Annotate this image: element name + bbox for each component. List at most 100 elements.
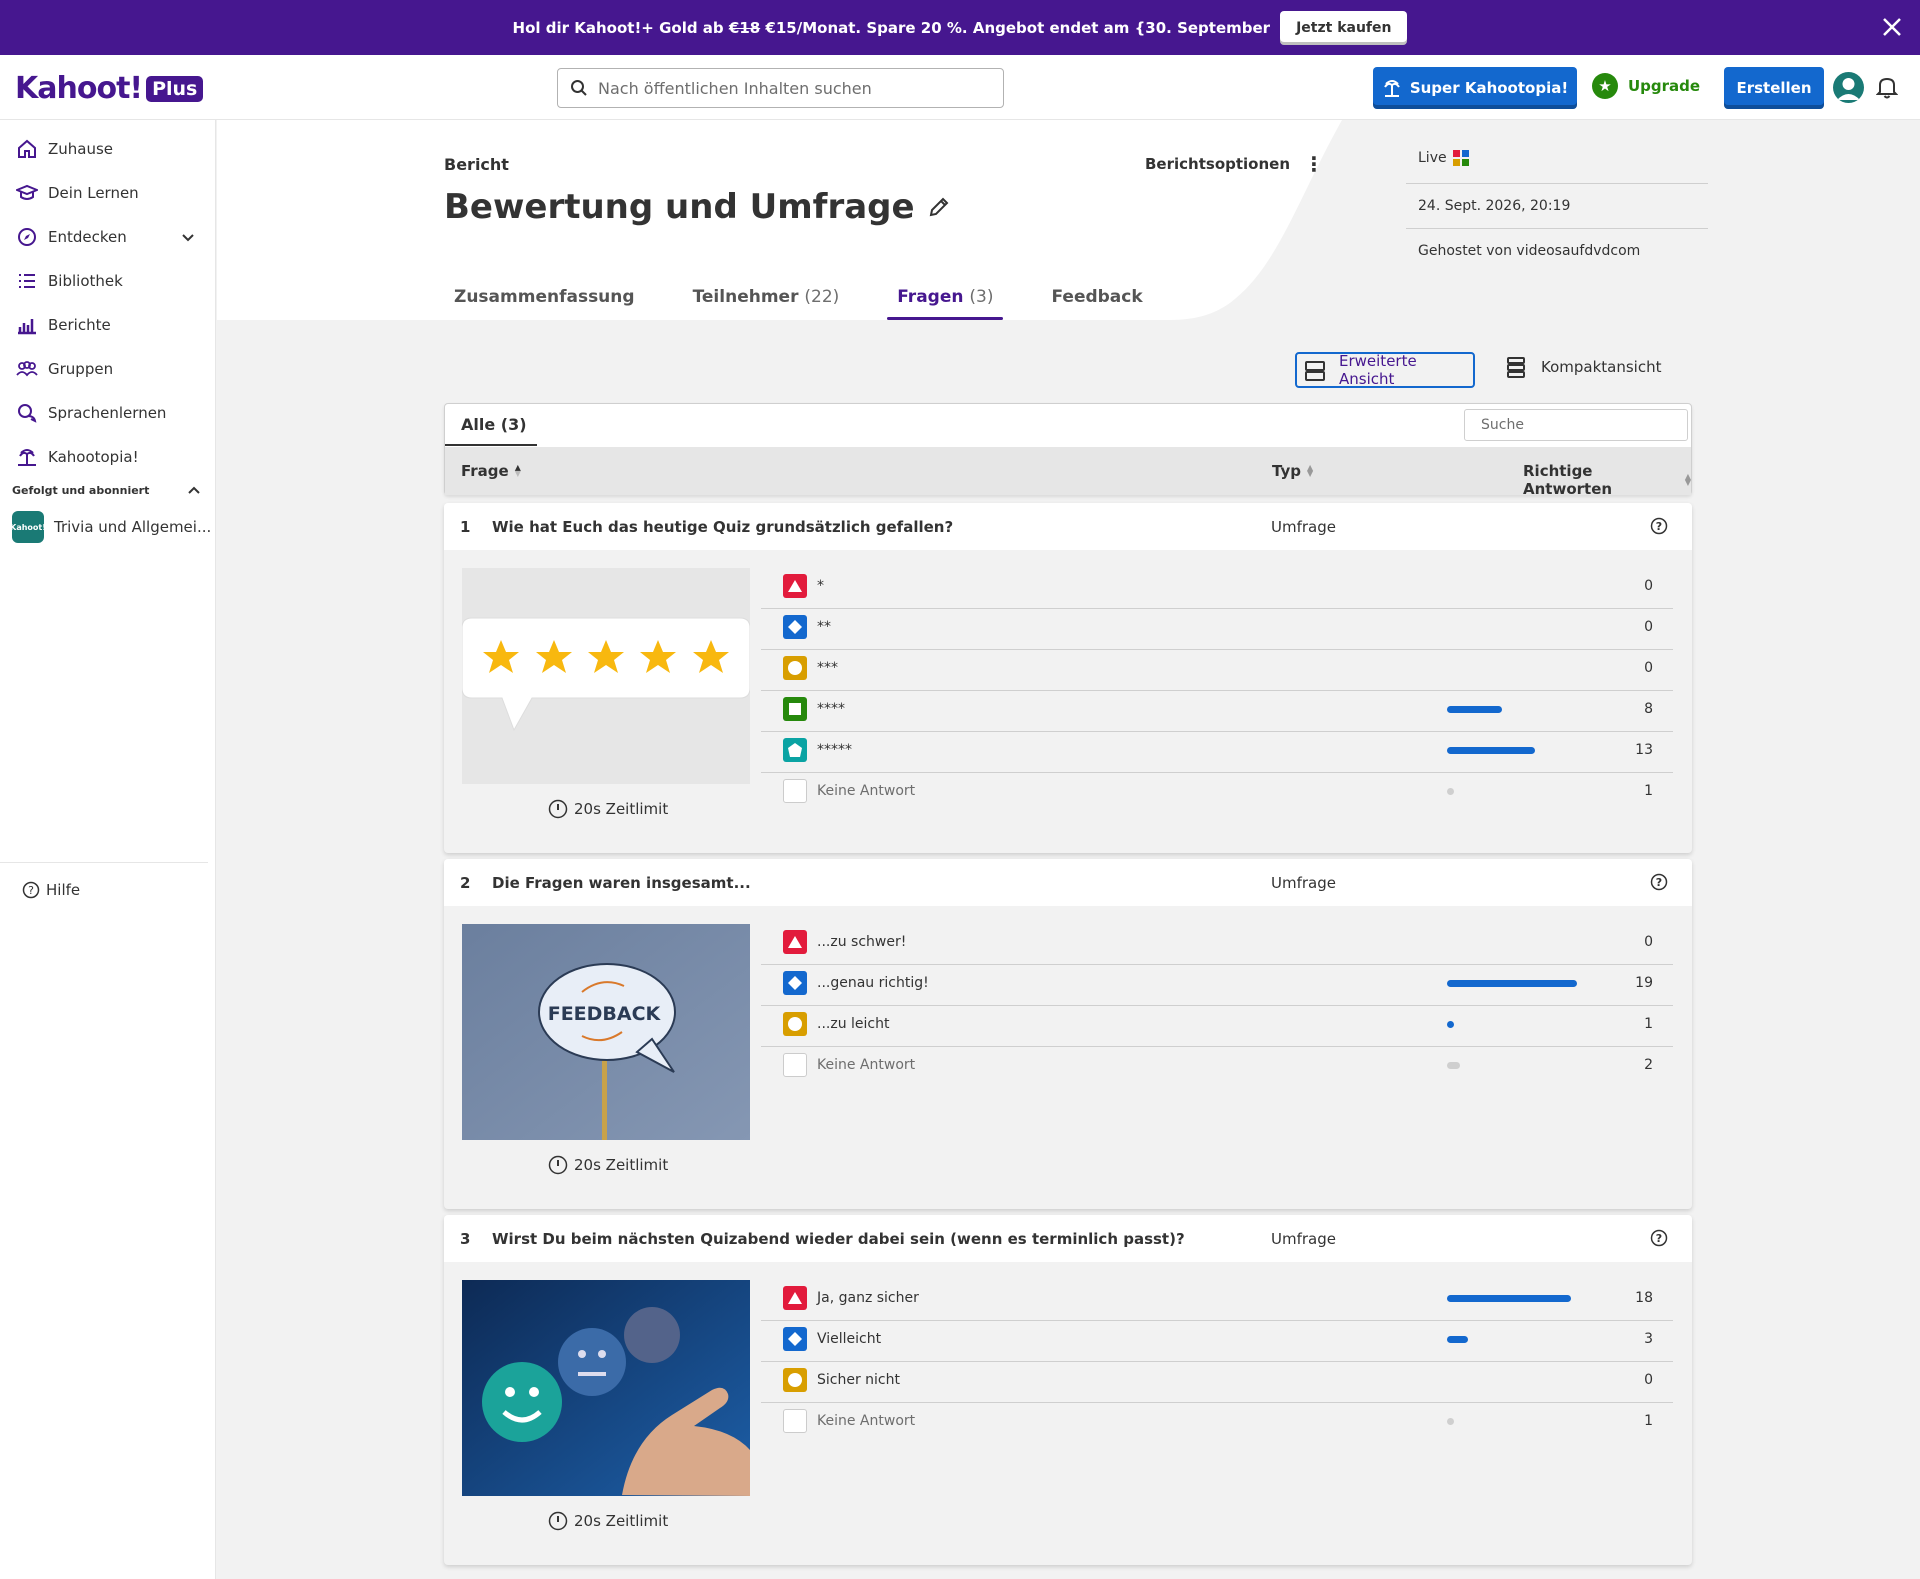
avatar[interactable] (1833, 72, 1864, 103)
sidebar-item-language[interactable]: Sprachenlernen (16, 401, 166, 425)
sidebar-item-discover[interactable]: Entdecken (16, 225, 196, 249)
help-link[interactable]: ? Hilfe (22, 881, 80, 899)
answer-label: Keine Antwort (817, 1057, 916, 1073)
promo-banner: Hol dir Kahoot!+ Gold ab €18 €15/Monat. … (0, 0, 1920, 55)
answer-row: Keine Antwort 1 (761, 773, 1673, 814)
tab-all[interactable]: Alle (3) (445, 404, 537, 446)
answer-label: Keine Antwort (817, 783, 916, 799)
question-image-smileys (462, 1280, 750, 1496)
time-limit: 20s Zeitlimit (548, 799, 668, 819)
help-icon[interactable]: ? (1650, 517, 1668, 539)
answer-row: Vielleicht 3 (761, 1321, 1673, 1362)
question-type: Umfrage (1271, 518, 1336, 536)
kahoot-logo[interactable]: Kahoot! Plus (15, 71, 204, 106)
answer-label: ** (817, 619, 831, 635)
extended-view-button[interactable]: Erweiterte Ansicht (1295, 352, 1475, 388)
list-icon (19, 274, 35, 288)
pencil-icon[interactable] (927, 195, 951, 219)
bar-chart-icon (18, 319, 36, 335)
sidebar-item-home[interactable]: Zuhause (16, 137, 113, 161)
bell-icon[interactable] (1875, 75, 1899, 103)
answer-label: ...zu leicht (817, 1016, 890, 1032)
sidebar-item-learning[interactable]: Dein Lernen (16, 181, 139, 205)
sidebar-item-groups[interactable]: Gruppen (16, 357, 113, 381)
answer-label: ...zu schwer! (817, 934, 907, 950)
answer-row: ...genau richtig! 19 (761, 965, 1673, 1006)
top-header: Kahoot! Plus Nach öffentlichen Inhalten … (0, 55, 1920, 120)
table-search-input[interactable]: Suche (1464, 409, 1688, 441)
diamond-icon (783, 615, 807, 639)
answer-label: *** (817, 660, 838, 676)
svg-text:?: ? (28, 884, 34, 897)
old-price: €18 (728, 18, 761, 37)
star-icon: ★ (1592, 73, 1618, 99)
answer-label: ***** (817, 742, 852, 758)
help-icon[interactable]: ? (1650, 1229, 1668, 1251)
answer-count: 13 (1635, 742, 1653, 758)
compact-view-button[interactable]: Kompaktansicht (1505, 356, 1661, 378)
question-header[interactable]: 1 Wie hat Euch das heutige Quiz grundsät… (444, 503, 1692, 550)
search-input[interactable]: Nach öffentlichen Inhalten suchen (557, 68, 1004, 108)
question-text: Wie hat Euch das heutige Quiz grundsätzl… (492, 518, 954, 536)
channel-avatar: Kahoot! (10, 511, 46, 543)
question-image-feedback: FEEDBACK (462, 924, 750, 1140)
question-image-stars (462, 568, 750, 784)
close-icon[interactable] (1878, 13, 1906, 41)
sidebar-item-kahootopia[interactable]: Kahootopia! (16, 445, 139, 469)
answer-label: **** (817, 701, 845, 717)
answer-bar (1447, 706, 1502, 713)
report-options-button[interactable]: Berichtsoptionen ⋮ (1145, 154, 1324, 174)
report-tabs: Zusammenfassung Teilnehmer (22) Fragen (… (444, 287, 1191, 321)
tab-questions[interactable]: Fragen (3) (887, 287, 1004, 321)
banner-text: Hol dir Kahoot!+ Gold ab €18 €15/Monat. … (512, 18, 1271, 37)
answer-count: 1 (1644, 783, 1653, 799)
answer-count: 0 (1644, 660, 1653, 676)
triangle-icon (783, 930, 807, 954)
graduation-cap-icon (16, 184, 38, 200)
chevron-down-icon[interactable] (180, 229, 196, 245)
upgrade-button[interactable]: ★ Upgrade (1592, 73, 1700, 99)
answer-count: 19 (1635, 975, 1653, 991)
column-correct-answers[interactable]: Richtige Antworten ▲ ▼ (1523, 462, 1691, 498)
sidebar-item-library[interactable]: Bibliothek (16, 269, 123, 293)
answer-label: Vielleicht (817, 1331, 882, 1347)
no-answer-icon (783, 1053, 807, 1077)
clock-icon (548, 1511, 568, 1531)
answer-bar (1447, 1062, 1460, 1069)
island-icon (18, 449, 36, 466)
followed-heading[interactable]: Gefolgt und abonniert (12, 484, 202, 497)
question-header[interactable]: 3 Wirst Du beim nächsten Quizabend wiede… (444, 1215, 1692, 1262)
pentagon-icon (783, 738, 807, 762)
followed-channel-item[interactable]: Kahoot! Trivia und Allgemei... (10, 511, 211, 543)
compass-icon (18, 228, 36, 246)
tab-participants[interactable]: Teilnehmer (22) (683, 287, 850, 321)
tab-feedback[interactable]: Feedback (1041, 287, 1152, 321)
sidebar: Zuhause Dein Lernen Entdecken Bibliothek… (0, 120, 216, 1579)
answer-count: 8 (1644, 701, 1653, 717)
question-text: Wirst Du beim nächsten Quizabend wieder … (492, 1230, 1185, 1248)
answer-count: 0 (1644, 1372, 1653, 1388)
tab-summary[interactable]: Zusammenfassung (444, 287, 645, 321)
column-type[interactable]: Typ ▲ ▼ (1272, 462, 1313, 480)
buy-now-button[interactable]: Jetzt kaufen (1280, 10, 1408, 45)
answer-row: ***** 13 (761, 732, 1673, 773)
column-question[interactable]: Frage ▲ ▼ (461, 462, 521, 480)
create-button[interactable]: Erstellen (1724, 67, 1824, 109)
super-kahootopia-button[interactable]: Super Kahootopia! (1373, 67, 1577, 109)
answer-count: 1 (1644, 1016, 1653, 1032)
time-limit: 20s Zeitlimit (548, 1155, 668, 1175)
help-icon[interactable]: ? (1650, 873, 1668, 895)
answer-count: 2 (1644, 1057, 1653, 1073)
kahoot-grid-icon (1452, 150, 1469, 166)
question-header[interactable]: 2 Die Fragen waren insgesamt... Umfrage … (444, 859, 1692, 906)
chevron-up-icon[interactable] (186, 482, 202, 498)
sidebar-item-reports[interactable]: Berichte (16, 313, 111, 337)
answer-row: Keine Antwort 2 (761, 1047, 1673, 1088)
answer-count: 0 (1644, 578, 1653, 594)
island-icon (1383, 80, 1400, 97)
answer-bar (1447, 1021, 1454, 1028)
answer-count: 18 (1635, 1290, 1653, 1306)
answer-bar (1447, 788, 1454, 795)
divider (1406, 228, 1708, 229)
answer-row: *** 0 (761, 650, 1673, 691)
